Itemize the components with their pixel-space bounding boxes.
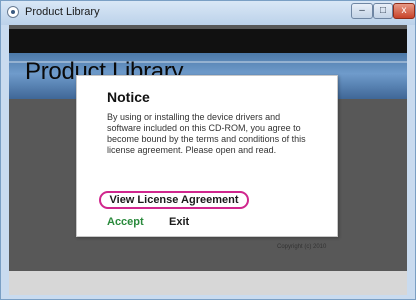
view-license-link[interactable]: View License Agreement [99, 191, 249, 209]
maximize-button[interactable]: □ [373, 3, 393, 19]
notice-dialog: Notice By using or installing the device… [76, 75, 338, 237]
accept-button[interactable]: Accept [107, 216, 144, 228]
copyright-text: Copyright (c) 2010 [277, 244, 327, 250]
app-window: Product Library – □ x Product Library No… [0, 0, 416, 300]
app-icon [7, 6, 19, 18]
close-button[interactable]: x [393, 3, 415, 19]
minimize-button[interactable]: – [351, 3, 373, 19]
header-band [9, 29, 407, 53]
title-bar[interactable]: Product Library – □ x [1, 1, 415, 25]
footer-bar [9, 271, 407, 295]
notice-body: By using or installing the device driver… [107, 112, 306, 155]
notice-title: Notice [107, 89, 150, 105]
window-title: Product Library [25, 6, 100, 18]
exit-button[interactable]: Exit [169, 216, 189, 228]
